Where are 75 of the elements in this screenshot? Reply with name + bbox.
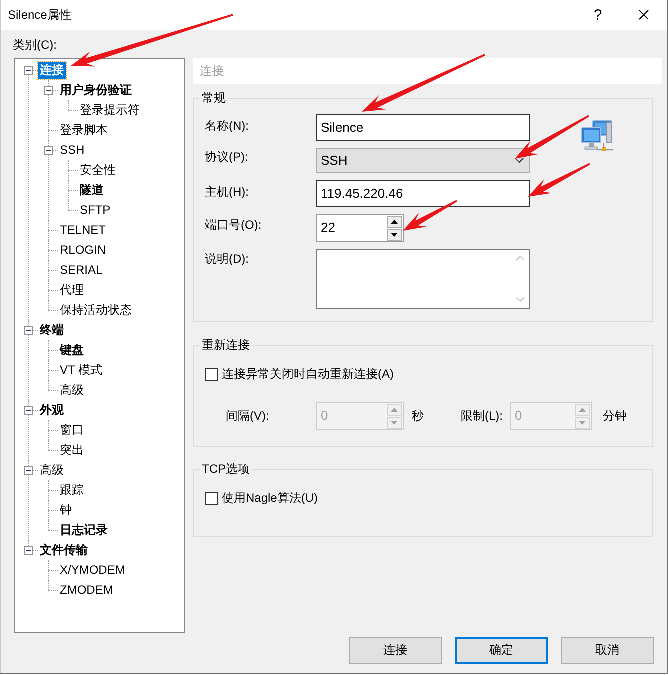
tree-item[interactable]: 窗口: [58, 422, 86, 438]
tree-item[interactable]: 用户身份验证: [58, 82, 134, 98]
group-title: 重新连接: [201, 337, 251, 353]
window-title: Silence属性: [8, 7, 72, 23]
tree-item[interactable]: 钟: [58, 502, 74, 518]
spin-up-button[interactable]: [387, 216, 402, 228]
tree-item[interactable]: 安全性: [78, 162, 118, 178]
field-label: 名称(N):: [205, 118, 250, 134]
collapse-icon[interactable]: [44, 146, 53, 155]
up-triangle-icon: [391, 408, 398, 412]
tree-item[interactable]: 外观: [38, 402, 66, 418]
dialog-button[interactable]: 确定: [455, 637, 548, 664]
down-triangle-icon: [579, 420, 586, 424]
collapse-icon[interactable]: [24, 546, 33, 555]
group-title: TCP选项: [201, 461, 251, 477]
up-triangle-icon: [391, 220, 398, 224]
checkbox[interactable]: [205, 492, 218, 504]
tree-item[interactable]: 键盘: [58, 342, 86, 358]
up-triangle-icon: [579, 408, 586, 412]
tree-item[interactable]: SSH: [58, 142, 87, 158]
tree-item[interactable]: SERIAL: [58, 262, 105, 278]
help-button[interactable]: ?: [575, 0, 621, 30]
dialog-button[interactable]: 连接: [349, 637, 442, 664]
tree-item[interactable]: 文件传输: [38, 542, 90, 558]
field-label: 主机(H):: [205, 184, 250, 200]
collapse-icon[interactable]: [44, 86, 53, 95]
chevron-down-icon: [515, 158, 524, 163]
field-label: 协议(P):: [205, 149, 250, 165]
tree-item[interactable]: 终端: [38, 322, 66, 338]
tree-item[interactable]: TELNET: [58, 222, 108, 238]
down-triangle-icon: [391, 420, 398, 424]
page-header: 连接: [193, 58, 662, 84]
text-field[interactable]: Silence: [316, 114, 530, 141]
tree-item[interactable]: VT 模式: [58, 362, 104, 378]
checkbox-label[interactable]: 连接异常关闭时自动重新连接(A): [222, 366, 394, 382]
close-icon: [639, 10, 649, 20]
scroll-up-icon: [516, 256, 525, 261]
tree-item[interactable]: 日志记录: [58, 522, 110, 538]
tree-item[interactable]: 代理: [58, 282, 86, 298]
spin-box[interactable]: 22: [316, 214, 404, 242]
field-label: 限制(L):: [461, 408, 504, 424]
field-label: 端口号(O):: [205, 217, 263, 233]
field-label: 说明(D):: [205, 251, 250, 267]
tree-item[interactable]: 高级: [58, 382, 86, 398]
field-label: 间隔(V):: [226, 408, 270, 424]
collapse-icon[interactable]: [24, 466, 33, 475]
text-area[interactable]: [316, 249, 530, 309]
tree-item[interactable]: 突出: [58, 442, 86, 458]
tree-item[interactable]: 高级: [38, 462, 66, 478]
down-triangle-icon: [391, 232, 398, 236]
dialog-button[interactable]: 取消: [561, 637, 654, 664]
checkbox-label[interactable]: 使用Nagle算法(U): [222, 490, 318, 506]
unit-label: 秒: [412, 408, 424, 424]
tree-item[interactable]: SFTP: [78, 202, 113, 218]
spin-down-button[interactable]: [387, 228, 402, 240]
unit-label: 分钟: [603, 408, 627, 424]
collapse-icon[interactable]: [24, 326, 33, 335]
tree-item[interactable]: X/YMODEM: [58, 562, 128, 578]
tree-item[interactable]: 登录脚本: [58, 122, 110, 138]
collapse-icon[interactable]: [24, 406, 33, 415]
tree-item[interactable]: 连接: [38, 62, 66, 78]
collapse-icon[interactable]: [24, 66, 33, 75]
dropdown[interactable]: SSH: [316, 148, 530, 173]
tree-item[interactable]: 隧道: [78, 182, 106, 198]
scroll-down-icon: [516, 297, 525, 302]
network-computers-icon: [580, 120, 614, 154]
group-title: 常规: [201, 90, 227, 106]
text-field[interactable]: 119.45.220.46: [316, 180, 530, 207]
tree-item[interactable]: ZMODEM: [58, 582, 116, 598]
tree-item[interactable]: 登录提示符: [78, 102, 142, 118]
tree-item[interactable]: 保持活动状态: [58, 302, 134, 318]
category-label: 类别(C):: [13, 38, 57, 52]
tree-item[interactable]: RLOGIN: [58, 242, 108, 258]
checkbox[interactable]: [205, 368, 218, 380]
tree-item[interactable]: 跟踪: [58, 482, 86, 498]
